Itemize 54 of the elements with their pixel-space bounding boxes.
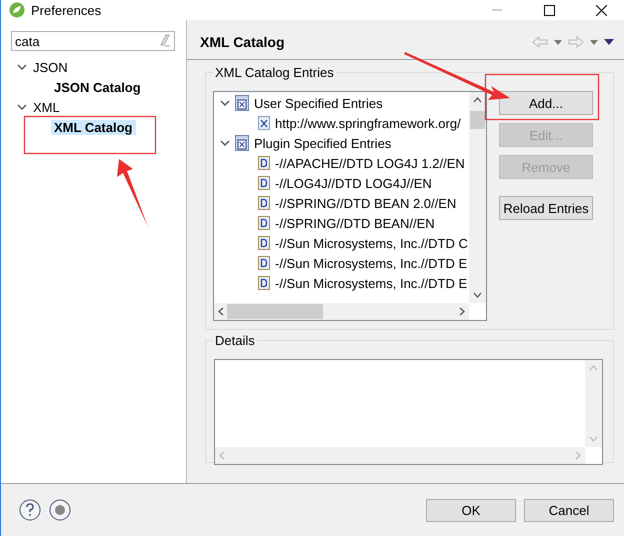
details-text-area[interactable] [214, 359, 603, 465]
group-title: Details [213, 333, 257, 348]
tree-item[interactable]: -//APACHE//DTD LOG4J 1.2//EN [275, 156, 465, 170]
filter-field[interactable]: cata [11, 31, 175, 51]
window-title: Preferences [31, 2, 102, 18]
tree-item[interactable]: -//LOG4J//DTD LOG4J//EN [275, 176, 432, 190]
dropdown-icon[interactable] [590, 40, 598, 44]
tree-item[interactable]: User Specified Entries [254, 96, 383, 110]
horizontal-scrollbar[interactable] [214, 303, 469, 320]
help-icon[interactable] [19, 499, 41, 521]
record-icon[interactable] [49, 499, 71, 521]
document-icon [258, 116, 270, 130]
tree-item[interactable]: -//SPRING//DTD BEAN//EN [275, 216, 435, 230]
scrollbar-thumb[interactable] [227, 304, 323, 319]
catalog-icon [234, 95, 250, 111]
document-icon [258, 216, 270, 230]
chevron-down-icon[interactable] [220, 98, 230, 108]
scroll-right-icon[interactable] [459, 307, 465, 316]
close-icon[interactable] [596, 4, 606, 16]
chevron-down-icon[interactable] [17, 62, 27, 72]
action-button[interactable]: Add... [499, 91, 593, 115]
document-icon [258, 276, 270, 290]
scroll-up-icon[interactable] [473, 97, 482, 103]
dropdown-icon[interactable] [554, 40, 562, 44]
tree-item[interactable]: -//Sun Microsystems, Inc.//DTD E [275, 276, 468, 290]
chevron-down-icon[interactable] [220, 138, 230, 148]
scroll-left-icon[interactable] [218, 307, 224, 316]
group-title: XML Catalog Entries [213, 65, 336, 80]
action-button[interactable]: Reload Entries [499, 196, 593, 220]
document-icon [258, 256, 270, 270]
tree-item[interactable]: -//Sun Microsystems, Inc.//DTD E [275, 256, 468, 270]
tree-item[interactable]: http://www.springframework.org/ [275, 116, 461, 130]
catalog-icon [234, 135, 250, 151]
dialog-button[interactable]: Cancel [524, 498, 614, 522]
scroll-down-icon[interactable] [473, 292, 482, 298]
dialog-button[interactable]: OK [426, 498, 516, 522]
document-icon [258, 156, 270, 170]
document-icon [258, 236, 270, 250]
vertical-scrollbar[interactable] [469, 92, 486, 303]
tree-item[interactable]: Plugin Specified Entries [254, 136, 392, 150]
document-icon [258, 176, 270, 190]
page-title: XML Catalog [200, 34, 286, 50]
tree-item[interactable]: -//Sun Microsystems, Inc.//DTD C [275, 236, 468, 250]
document-icon [258, 196, 270, 210]
chevron-down-icon[interactable] [17, 102, 27, 112]
maximize-icon[interactable] [544, 4, 554, 16]
tree-item[interactable]: XML [33, 100, 60, 114]
tree-item[interactable]: -//SPRING//DTD BEAN 2.0//EN [275, 196, 456, 210]
tree-item[interactable]: JSON [33, 60, 68, 74]
menu-icon[interactable] [604, 39, 614, 45]
tree-item[interactable]: JSON Catalog [51, 80, 144, 94]
scrollbar-thumb[interactable] [470, 111, 485, 129]
annotation-arrow [117, 158, 148, 226]
tree-item[interactable]: XML Catalog [51, 120, 136, 134]
